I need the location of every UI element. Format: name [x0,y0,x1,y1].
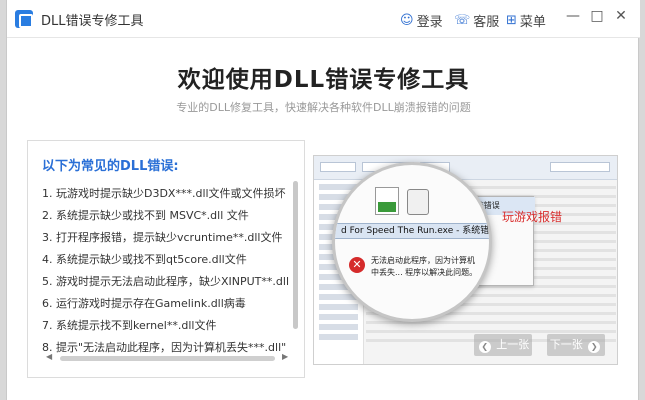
magnified-error-text: 无法启动此程序，因为计算机中丢失... 程序以解决此问题。 [371,256,478,277]
horizontal-scrollbar-thumb[interactable] [60,356,275,361]
example-screenshot: d For Speed The Run.exe - 系统错误 d For Spe… [313,155,618,365]
file-icon [375,187,399,215]
program-icon [407,189,429,215]
common-errors-panel: 以下为常见的DLL错误: 1. 玩游戏时提示缺少D3DX***.dll文件或文件… [27,140,305,378]
scroll-left-arrow-icon[interactable]: ◀ [46,352,52,361]
maximize-button[interactable]: □ [587,8,607,24]
grid-menu-icon: ⊞ [506,13,517,28]
magnified-dialog-title: d For Speed The Run.exe - 系统错误 [335,223,489,239]
list-item: 2. 系统提示缺少或找不到 MSVC*.dll 文件 [42,209,249,222]
list-item: 6. 运行游戏时提示存在Gamelink.dll病毒 [42,297,246,310]
error-list: 1. 玩游戏时提示缺少D3DX***.dll文件或文件损坏 2. 系统提示缺少或… [42,183,292,353]
title-bar: DLL错误专修工具 ☺ 登录 ☏ 客服 ⊞ 菜单 — □ ✕ [7,0,640,38]
screenshot-explorer-toolbar [314,156,617,180]
menu-label: 菜单 [519,15,546,30]
login-label: 登录 [416,15,443,30]
page-title: 欢迎使用DLL错误专修工具 [177,67,470,93]
list-item: 7. 系统提示找不到kernel**.dll文件 [42,319,217,332]
service-label: 客服 [473,15,500,30]
chevron-left-icon: ❮ [478,341,491,353]
list-item: 1. 玩游戏时提示缺少D3DX***.dll文件或文件损坏 [42,187,286,200]
prev-label: 上一张 [496,338,530,351]
scroll-right-arrow-icon[interactable]: ▶ [282,352,288,361]
headset-icon: ☏ [454,13,471,28]
vertical-scrollbar-thumb[interactable] [293,181,298,329]
list-item: 4. 系统提示缺少或找不到qt5core.dll文件 [42,253,247,266]
list-item: 5. 游戏时提示无法启动此程序，缺少XINPUT**.dll [42,275,289,288]
customer-service-button[interactable]: ☏ 客服 [454,11,499,30]
app-window: DLL错误专修工具 ☺ 登录 ☏ 客服 ⊞ 菜单 — □ ✕ 欢迎使用DLL错误… [6,0,640,400]
menu-button[interactable]: ⊞ 菜单 [506,11,546,30]
close-button[interactable]: ✕ [611,8,631,24]
login-button[interactable]: ☺ 登录 [400,11,443,30]
app-title: DLL错误专修工具 [41,14,144,29]
minimize-button[interactable]: — [563,8,583,24]
next-label: 下一张 [549,338,583,351]
chevron-right-icon: ❯ [588,341,601,353]
user-icon: ☺ [400,13,414,28]
prev-image-button[interactable]: ❮ 上一张 [474,334,532,356]
list-item: 8. 提示"无法启动此程序，因为计算机丢失***.dll" [42,341,287,353]
screenshot-toolbar-box [550,162,610,172]
screenshot-caption: 玩游戏报错 [502,210,563,224]
magnifier-lens: d For Speed The Run.exe - 系统错误 ✕ 无法启动此程序… [332,162,492,322]
horizontal-scrollbar[interactable]: ◀ ▶ [46,352,291,363]
next-image-button[interactable]: 下一张 ❯ [547,334,605,356]
screenshot-toolbar-box [320,162,356,172]
panel-title: 以下为常见的DLL错误: [42,159,179,174]
list-item: 3. 打开程序报错，提示缺少vcruntime**.dll文件 [42,231,283,244]
magnified-file-icons [375,183,435,219]
app-logo-icon [15,10,33,28]
error-x-icon: ✕ [349,257,365,273]
vertical-scrollbar[interactable] [293,181,298,329]
page-subtitle: 专业的DLL修复工具，快速解决各种软件DLL崩溃报错的问题 [176,101,471,114]
